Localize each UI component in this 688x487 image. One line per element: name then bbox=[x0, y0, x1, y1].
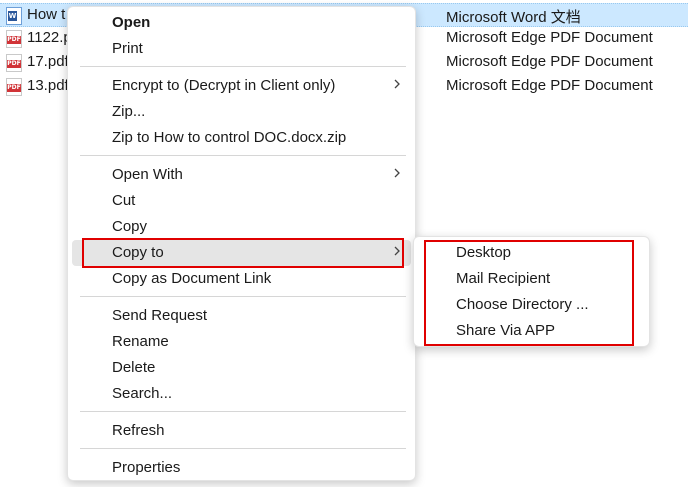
menu-item-label: Copy bbox=[112, 218, 148, 235]
annotation-box-submenu bbox=[424, 240, 634, 346]
menu-item-label: Search... bbox=[112, 385, 173, 402]
menu-item-encrypt[interactable]: Encrypt to (Decrypt in Client only) bbox=[72, 73, 411, 99]
menu-separator bbox=[80, 66, 406, 67]
menu-item-open[interactable]: Open bbox=[72, 10, 411, 36]
menu-item-delete[interactable]: Delete bbox=[72, 355, 411, 381]
menu-item-copy-link[interactable]: Copy as Document Link bbox=[72, 266, 411, 292]
menu-item-label: Zip... bbox=[112, 103, 146, 120]
menu-item-label: Zip to How to control DOC.docx.zip bbox=[112, 129, 347, 146]
menu-item-label: Properties bbox=[112, 459, 181, 476]
menu-item-label: Refresh bbox=[112, 422, 165, 439]
menu-item-zip[interactable]: Zip... bbox=[72, 99, 411, 125]
menu-item-print[interactable]: Print bbox=[72, 36, 411, 62]
menu-item-properties[interactable]: Properties bbox=[72, 455, 411, 481]
menu-item-cut[interactable]: Cut bbox=[72, 188, 411, 214]
menu-item-label: Rename bbox=[112, 333, 169, 350]
file-type: Microsoft Word 文档 bbox=[446, 9, 581, 26]
file-name: 17.pdf bbox=[27, 53, 69, 70]
pdf-icon: PDF bbox=[6, 54, 22, 72]
menu-item-label: Print bbox=[112, 40, 143, 57]
menu-separator bbox=[80, 296, 406, 297]
menu-item-label: Send Request bbox=[112, 307, 208, 324]
menu-item-copy[interactable]: Copy bbox=[72, 214, 411, 240]
word-doc-icon: W bbox=[6, 7, 22, 25]
menu-item-label: Delete bbox=[112, 359, 156, 376]
chevron-right-icon bbox=[394, 79, 400, 89]
menu-item-label: Cut bbox=[112, 192, 136, 209]
file-name: 13.pdf bbox=[27, 77, 69, 94]
menu-separator bbox=[80, 155, 406, 156]
file-name: How t bbox=[27, 6, 66, 23]
pdf-icon: PDF bbox=[6, 78, 22, 96]
menu-item-zip-to[interactable]: Zip to How to control DOC.docx.zip bbox=[72, 125, 411, 151]
menu-separator bbox=[80, 448, 406, 449]
file-type: Microsoft Edge PDF Document bbox=[446, 77, 653, 94]
menu-item-label: Open bbox=[112, 14, 151, 31]
file-type: Microsoft Edge PDF Document bbox=[446, 29, 653, 46]
menu-item-open-with[interactable]: Open With bbox=[72, 162, 411, 188]
menu-item-rename[interactable]: Rename bbox=[72, 329, 411, 355]
chevron-right-icon bbox=[394, 168, 400, 178]
pdf-icon: PDF bbox=[6, 30, 22, 48]
menu-item-send-request[interactable]: Send Request bbox=[72, 303, 411, 329]
file-name: 1122.p bbox=[27, 29, 72, 46]
menu-item-refresh[interactable]: Refresh bbox=[72, 418, 411, 444]
menu-item-label: Open With bbox=[112, 166, 183, 183]
menu-item-label: Copy as Document Link bbox=[112, 270, 272, 287]
menu-item-label: Encrypt to (Decrypt in Client only) bbox=[112, 77, 336, 94]
file-type: Microsoft Edge PDF Document bbox=[446, 53, 653, 70]
menu-separator bbox=[80, 411, 406, 412]
menu-item-search[interactable]: Search... bbox=[72, 381, 411, 407]
annotation-box-copy-to bbox=[82, 238, 404, 268]
